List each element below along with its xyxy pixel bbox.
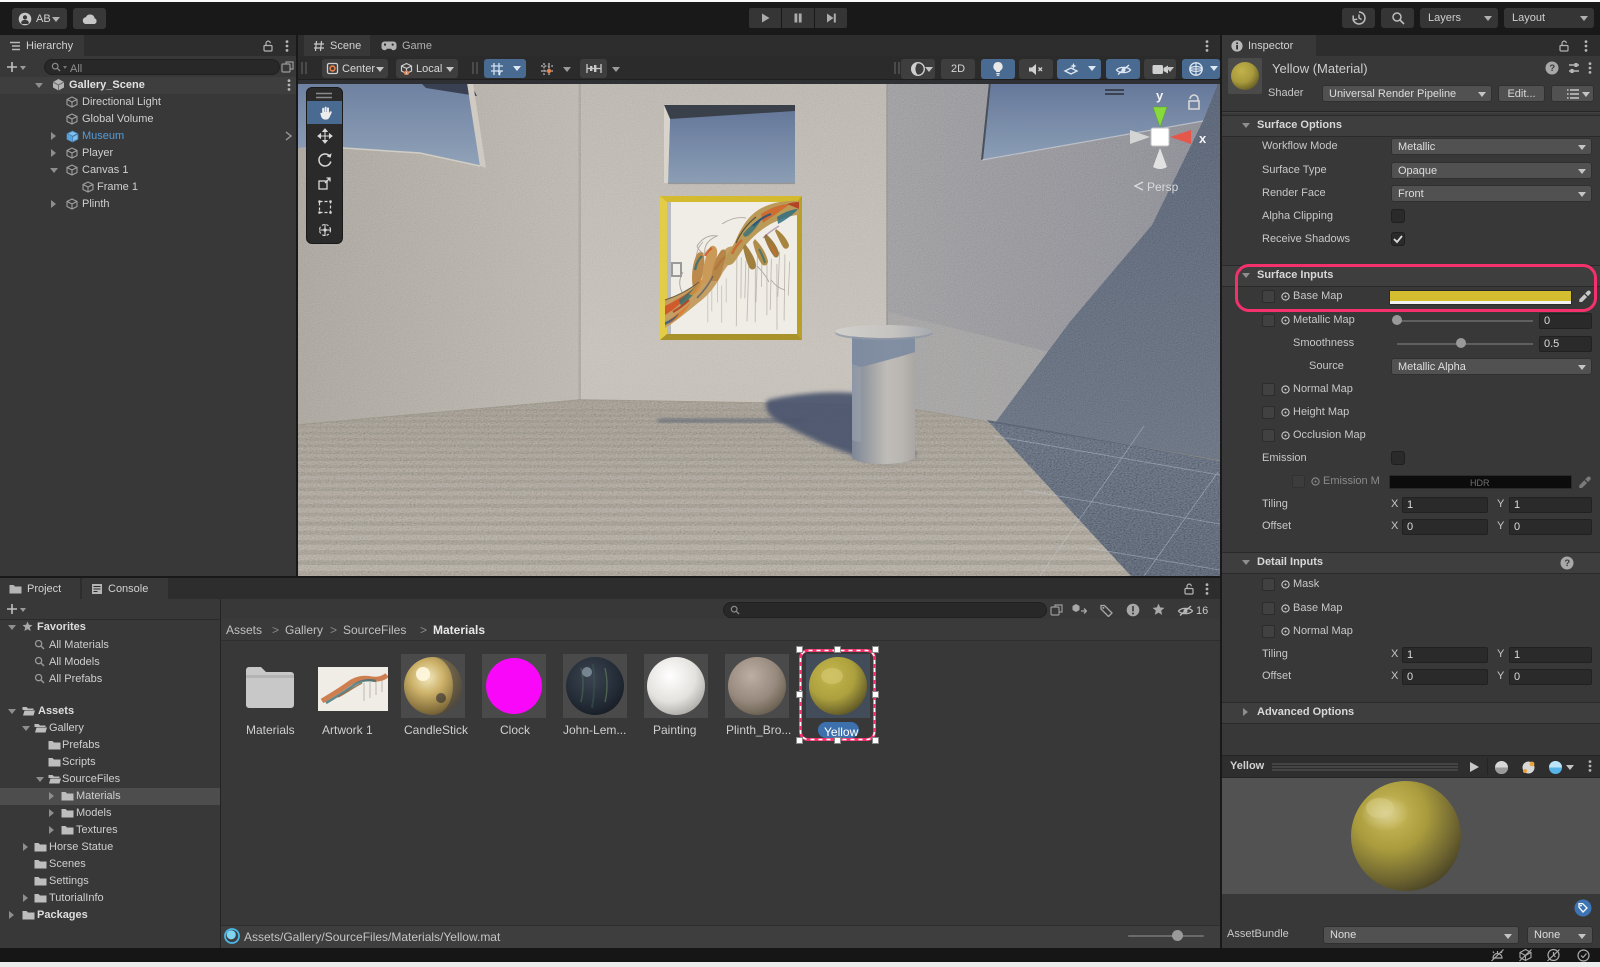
svg-text:?: ? [1564,558,1570,569]
svg-text:x: x [1199,131,1207,146]
svg-text:Y: Y [497,70,502,76]
svg-text:?: ? [1549,63,1555,74]
svg-text:Persp: Persp [1147,180,1179,194]
svg-text:y: y [1156,88,1164,103]
